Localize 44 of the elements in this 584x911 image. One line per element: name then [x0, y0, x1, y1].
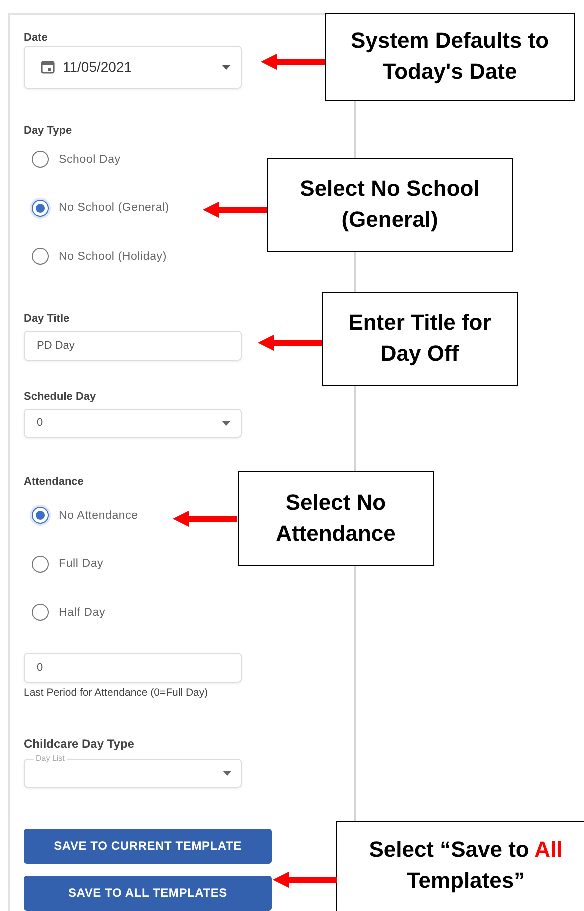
radio-label: No Attendance — [59, 510, 138, 522]
save-button[interactable]: SAVE TO CURRENT TEMPLATE — [24, 828, 272, 864]
field-label: Date — [24, 32, 48, 44]
caret-icon — [222, 420, 231, 426]
field-label: Day Type — [24, 124, 72, 137]
arrow — [261, 54, 325, 70]
radio-button[interactable] — [32, 151, 49, 168]
arrow — [173, 511, 237, 527]
radio-label: School Day — [59, 154, 121, 166]
caret-icon — [222, 64, 231, 70]
radio-button[interactable] — [32, 604, 49, 622]
floating-label: Day List — [34, 754, 67, 764]
callout-text: Select No Attendance — [275, 488, 397, 548]
callout-text: System Defaults to Today's Date — [350, 27, 550, 86]
field-label: Schedule Day — [24, 390, 96, 403]
radio-button[interactable] — [32, 248, 49, 266]
save-button[interactable]: SAVE TO ALL TEMPLATES — [24, 876, 272, 911]
day-title-field[interactable]: PD Day — [24, 331, 242, 361]
calendar-icon — [41, 60, 55, 74]
helper-text: Last Period for Attendance (0=Full Day) — [24, 686, 208, 699]
radio-button[interactable] — [32, 507, 49, 524]
date-value: 11/05/2021 — [63, 59, 132, 76]
field-label: Day Title — [24, 313, 70, 326]
callout-text: Select No School (General) — [299, 175, 481, 234]
field-label: Attendance — [24, 476, 84, 488]
last-period-field[interactable]: 0 — [24, 653, 242, 683]
caret-icon — [223, 770, 232, 776]
callout-text: Enter Title for Day Off — [348, 309, 492, 368]
arrow — [203, 202, 267, 218]
radio-button[interactable] — [32, 200, 49, 217]
arrow — [258, 335, 322, 351]
radio-label: Full Day — [59, 558, 104, 570]
arrow — [273, 872, 337, 888]
radio-label: No School (Holiday) — [59, 250, 167, 263]
field-value: PD Day — [37, 340, 75, 352]
schedule-day-select[interactable]: 0 — [24, 408, 242, 438]
field-value: 0 — [37, 662, 44, 674]
radio-label: Half Day — [59, 606, 106, 619]
callout-text: Select “Save to All Templates” — [368, 836, 564, 895]
date-picker[interactable]: 11/05/2021 — [24, 46, 242, 89]
field-value: 0 — [37, 417, 44, 430]
field-label: Childcare Day Type — [24, 736, 134, 751]
radio-label: No School (General) — [59, 202, 170, 214]
radio-button[interactable] — [32, 556, 49, 573]
